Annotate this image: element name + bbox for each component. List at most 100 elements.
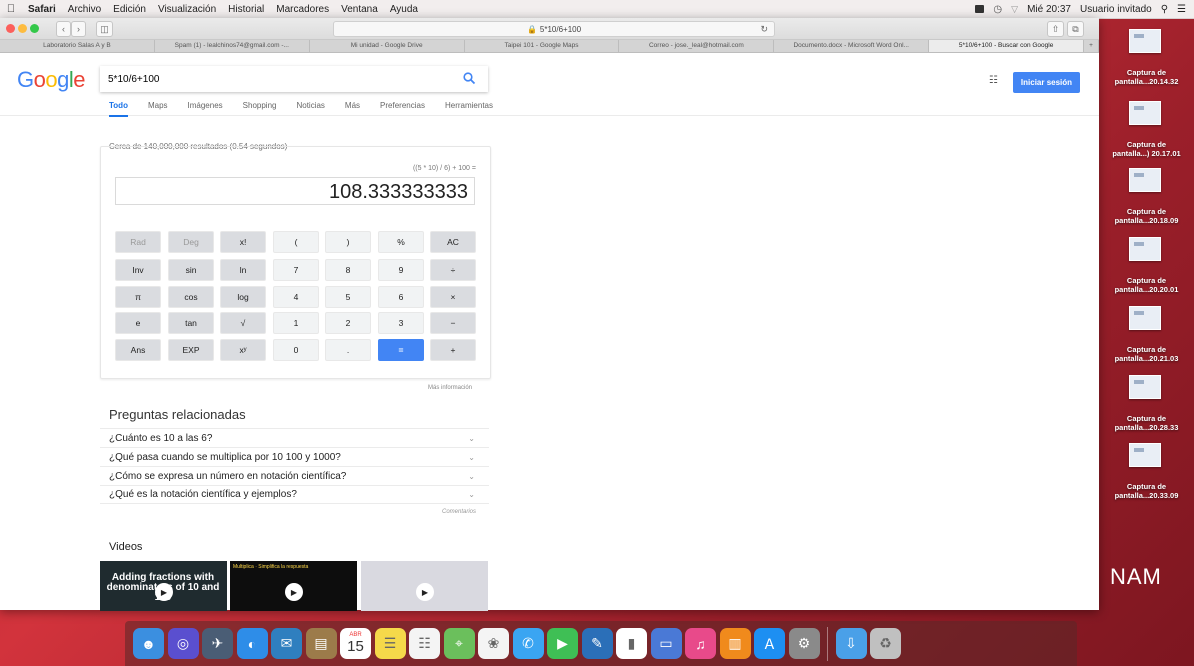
calc-key[interactable]: Rad: [115, 231, 161, 253]
calc-key[interactable]: sin: [168, 259, 214, 281]
calc-key[interactable]: ×: [430, 286, 476, 308]
screenshot-file-icon[interactable]: [1129, 237, 1161, 261]
screenshot-file-icon[interactable]: [1129, 29, 1161, 53]
search-input[interactable]: [100, 72, 450, 86]
tab-herramientas[interactable]: Herramientas: [445, 101, 493, 117]
menu-ayuda[interactable]: Ayuda: [384, 4, 424, 15]
tab-word-online[interactable]: Documento.docx - Microsoft Word Onl...: [774, 40, 930, 52]
tabs-overview-icon[interactable]: ⧉: [1067, 21, 1084, 37]
dock-siri-icon[interactable]: ◎: [167, 628, 199, 659]
menu-historial[interactable]: Historial: [222, 4, 270, 15]
dock-system-preferences-icon[interactable]: ⚙: [788, 628, 820, 659]
forward-icon[interactable]: ›: [71, 21, 86, 37]
dock-mail-stamp-icon[interactable]: ✉: [271, 628, 302, 659]
tab-preferencias[interactable]: Preferencias: [380, 101, 425, 117]
calc-key[interactable]: ÷: [430, 259, 476, 281]
menu-marcadores[interactable]: Marcadores: [270, 4, 335, 15]
dock-photos-icon[interactable]: ❀: [478, 628, 509, 659]
related-question[interactable]: ¿Cómo se expresa un número en notación c…: [100, 466, 489, 485]
tab-hotmail[interactable]: Correo - jose._leal@hotmail.com: [619, 40, 775, 52]
calc-key[interactable]: 6: [378, 286, 424, 308]
notification-center-icon[interactable]: ☰: [1177, 4, 1186, 15]
calc-key[interactable]: AC: [430, 231, 476, 253]
dock-notes-icon[interactable]: ☰: [374, 628, 406, 659]
calc-key[interactable]: log: [220, 286, 266, 308]
spotlight-icon[interactable]: ⚲: [1161, 4, 1168, 15]
screenshot-file-icon[interactable]: [1129, 101, 1161, 125]
sign-in-button[interactable]: Iniciar sesión: [1013, 72, 1080, 93]
tab-mas[interactable]: Más: [345, 101, 360, 117]
dock-calendar-icon[interactable]: ABR 15: [340, 628, 371, 659]
feedback-link[interactable]: Comentarios: [442, 509, 476, 515]
calc-key[interactable]: 4: [273, 286, 319, 308]
dock-finder-icon[interactable]: ☻: [133, 628, 164, 659]
clock[interactable]: Mié 20:37: [1027, 4, 1071, 15]
video-thumbnail[interactable]: ▶: [361, 561, 488, 611]
screenshot-file-label[interactable]: Captura de pantalla...) 20.17.01: [1099, 140, 1194, 158]
calc-key[interactable]: √: [220, 312, 266, 334]
screenshot-file-icon[interactable]: [1129, 306, 1161, 330]
calc-key[interactable]: 0: [273, 339, 319, 361]
dock-facetime-icon[interactable]: ▶: [547, 628, 578, 659]
calc-key[interactable]: (: [273, 231, 319, 253]
calc-key[interactable]: .: [325, 339, 371, 361]
calc-key[interactable]: xʸ: [220, 339, 266, 361]
calc-key[interactable]: 1: [273, 312, 319, 334]
calc-key[interactable]: +: [430, 339, 476, 361]
tab-gmail[interactable]: Spam (1) - lealchinos74@gmail.com -...: [155, 40, 310, 52]
tab-google-maps[interactable]: Taipei 101 - Google Maps: [465, 40, 620, 52]
screenshot-file-label[interactable]: Captura de pantalla...20.14.32: [1099, 68, 1194, 86]
dock-notes-book-icon[interactable]: ▤: [305, 628, 337, 659]
reload-icon[interactable]: ↻: [760, 24, 768, 35]
calc-key[interactable]: =: [378, 339, 424, 361]
calc-key[interactable]: π: [115, 286, 161, 308]
dock-ibooks-icon[interactable]: ▥: [719, 628, 751, 659]
dock-safari-icon[interactable]: ◐: [236, 628, 268, 659]
dock-keynote-icon[interactable]: ▭: [650, 628, 682, 659]
calc-key[interactable]: Inv: [115, 259, 161, 281]
dock-keynote-pen-icon[interactable]: ✎: [581, 628, 613, 659]
calc-key[interactable]: EXP: [168, 339, 214, 361]
menu-edicion[interactable]: Edición: [107, 4, 152, 15]
dock-downloads-icon[interactable]: ⇩: [835, 628, 867, 659]
dock-numbers-icon[interactable]: ▮: [616, 628, 647, 659]
calc-key[interactable]: 8: [325, 259, 371, 281]
tab-todo[interactable]: Todo: [109, 101, 128, 117]
dock-trash-icon[interactable]: ♻: [870, 628, 901, 659]
tab-google-drive[interactable]: Mi unidad - Google Drive: [310, 40, 465, 52]
calc-key[interactable]: %: [378, 231, 424, 253]
share-icon[interactable]: ⇧: [1047, 21, 1064, 37]
screenshot-file-label[interactable]: Captura de pantalla...20.18.09: [1099, 207, 1194, 225]
tab-google-search[interactable]: 5*10/6+100 - Buscar con Google: [929, 40, 1085, 52]
dock-itunes-icon[interactable]: ♫: [685, 628, 716, 659]
calc-key[interactable]: Deg: [168, 231, 214, 253]
calc-key[interactable]: 7: [273, 259, 319, 281]
search-box[interactable]: [100, 66, 488, 92]
clock-status-icon[interactable]: ◷: [993, 4, 1002, 15]
dock-maps-icon[interactable]: ⌖: [443, 628, 475, 659]
calc-key[interactable]: cos: [168, 286, 214, 308]
tab-maps[interactable]: Maps: [148, 101, 168, 117]
calc-key[interactable]: 9: [378, 259, 424, 281]
tab-imagenes[interactable]: Imágenes: [188, 101, 223, 117]
screenshot-file-icon[interactable]: [1129, 168, 1161, 192]
apple-icon[interactable]: : [0, 3, 22, 15]
calc-key[interactable]: Ans: [115, 339, 161, 361]
menu-archivo[interactable]: Archivo: [62, 4, 107, 15]
screen-record-icon[interactable]: [975, 5, 985, 13]
apps-grid-icon[interactable]: ☷: [989, 75, 998, 86]
address-bar[interactable]: 🔒 5*10/6+100 ↻: [333, 21, 775, 37]
dock-app-store-icon[interactable]: Ａ: [754, 628, 785, 659]
minimize-window-button[interactable]: [18, 24, 27, 33]
user-menu[interactable]: Usuario invitado: [1080, 4, 1152, 15]
video-thumbnail[interactable]: Multiplica · Simplifica la respuesta ▶: [230, 561, 357, 611]
new-tab-button[interactable]: +: [1084, 40, 1099, 52]
tab-shopping[interactable]: Shopping: [243, 101, 277, 117]
screenshot-file-label[interactable]: Captura de pantalla...20.33.09: [1099, 482, 1194, 500]
menu-ventana[interactable]: Ventana: [335, 4, 384, 15]
close-window-button[interactable]: [6, 24, 15, 33]
dock-reminders-icon[interactable]: ☷: [409, 628, 440, 659]
calc-key[interactable]: 5: [325, 286, 371, 308]
screenshot-file-label[interactable]: Captura de pantalla...20.28.33: [1099, 414, 1194, 432]
screenshot-file-label[interactable]: Captura de pantalla...20.21.03: [1099, 345, 1194, 363]
